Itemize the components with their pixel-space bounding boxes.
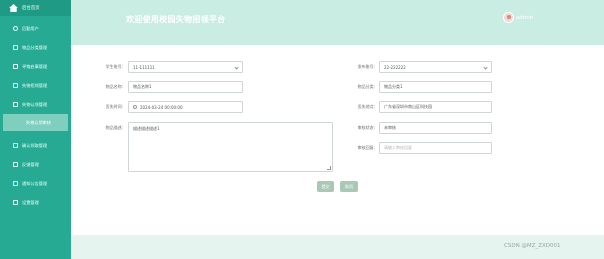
sidebar: 后台首页 后勤用户 物品分类管理 寻物启事管理 失物招领管理 失物认领管理 失物…: [0, 0, 71, 259]
item-name-input[interactable]: 物品名称1: [128, 81, 243, 93]
sidebar-item-label: 失物认领管理: [22, 101, 48, 107]
item-category-value: 物品分类1: [384, 84, 403, 89]
review-reply-input[interactable]: 请输入审核回复: [379, 142, 492, 154]
sidebar-home[interactable]: 后台首页: [0, 0, 71, 16]
sidebar-item-confirm[interactable]: 确认领取管理: [0, 136, 71, 155]
home-icon: [9, 4, 18, 12]
clock-icon: [133, 105, 137, 109]
review-reply-placeholder: 请输入审核回复: [384, 145, 412, 150]
description-value: 描述描述描述1: [133, 126, 160, 131]
sidebar-item-claim[interactable]: 失物认领管理: [0, 95, 71, 114]
sidebar-item-label: 物品分类管理: [22, 44, 48, 50]
user-menu[interactable]: admin: [503, 12, 533, 23]
resize-handle[interactable]: [327, 166, 331, 170]
sidebar-item-label: 反馈管理: [22, 161, 39, 167]
sidebar-item-label: 失物认领审核: [25, 119, 52, 125]
sidebar-subitem-claim-review[interactable]: 失物认领审核: [3, 114, 68, 131]
review-status-label: 审核状态:: [357, 125, 375, 130]
top-header: 欢迎使用校园失物招领平台 admin: [71, 0, 604, 45]
item-category-label: 物品分类:: [357, 84, 375, 89]
sidebar-item-settings[interactable]: 设置管理: [0, 193, 71, 212]
sidebar-item-label: 通知公告管理: [22, 180, 48, 186]
lost-time-label: 丢失时间:: [105, 104, 123, 109]
sidebar-item-label: 失物招领管理: [22, 82, 48, 88]
review-status-value: 未审核: [384, 125, 396, 130]
list-icon: [13, 143, 18, 148]
item-category-input[interactable]: 物品分类1: [379, 81, 492, 93]
app-root: 后台首页 后勤用户 物品分类管理 寻物启事管理 失物招领管理 失物认领管理 失物…: [0, 0, 604, 259]
publisher-no-select[interactable]: 22-222222: [379, 61, 492, 73]
lost-place-input[interactable]: 广东省深圳市南山区科技园: [379, 101, 492, 113]
avatar[interactable]: [503, 12, 514, 23]
sidebar-home-label: 后台首页: [22, 6, 40, 11]
sidebar-item-lost-notice[interactable]: 寻物启事管理: [0, 57, 71, 76]
sidebar-item-found[interactable]: 失物招领管理: [0, 76, 71, 95]
username[interactable]: admin: [516, 15, 533, 21]
list-icon: [13, 181, 18, 186]
student-no-select[interactable]: 11-111111: [128, 61, 243, 73]
lost-time-picker[interactable]: 2024-03-24 00:00:00: [128, 101, 243, 113]
sidebar-item-label: 确认领取管理: [22, 142, 48, 148]
lost-place-label: 丢失地点:: [357, 104, 375, 109]
submit-button[interactable]: 提交: [317, 181, 334, 192]
sidebar-item-label: 设置管理: [22, 199, 39, 205]
list-icon: [13, 162, 18, 167]
list-icon: [13, 64, 18, 69]
student-no-value: 11-111111: [133, 64, 155, 70]
review-reply-label: 审核回复:: [357, 145, 375, 150]
item-name-label: 物品名称:: [105, 84, 123, 89]
review-status-input[interactable]: 未审核: [379, 122, 492, 134]
sidebar-item-notice[interactable]: 通知公告管理: [0, 174, 71, 193]
list-icon: [13, 45, 18, 50]
list-icon: [13, 83, 18, 88]
chevron-down-icon: [483, 65, 488, 70]
publisher-no-label: 发布账号:: [357, 64, 375, 69]
student-no-label: 学生账号:: [105, 64, 123, 69]
lost-place-value: 广东省深圳市南山区科技园: [384, 104, 432, 109]
item-name-value: 物品名称1: [133, 84, 152, 89]
user-icon: [13, 26, 18, 31]
description-textarea[interactable]: 描述描述描述1: [128, 122, 333, 172]
description-label: 物品描述:: [105, 125, 123, 130]
sidebar-item-label: 寻物启事管理: [22, 63, 48, 69]
cancel-button[interactable]: 取消: [340, 181, 358, 192]
watermark: CSDN @MZ_ZXD001: [504, 243, 561, 249]
sidebar-item-users[interactable]: 后勤用户: [0, 19, 71, 38]
sidebar-item-category[interactable]: 物品分类管理: [0, 38, 71, 57]
sidebar-item-label: 后勤用户: [22, 25, 39, 31]
list-icon: [13, 102, 18, 107]
lost-time-value: 2024-03-24 00:00:00: [140, 104, 183, 110]
chevron-down-icon: [234, 65, 239, 70]
publisher-no-value: 22-222222: [384, 64, 406, 70]
sidebar-item-feedback[interactable]: 反馈管理: [0, 155, 71, 174]
gear-icon: [13, 200, 18, 205]
page-title: 欢迎使用校园失物招领平台: [126, 15, 226, 24]
form-card: 学生账号: 11-111111 物品名称: 物品名称1 丢失时间: 2024-0…: [71, 45, 604, 235]
